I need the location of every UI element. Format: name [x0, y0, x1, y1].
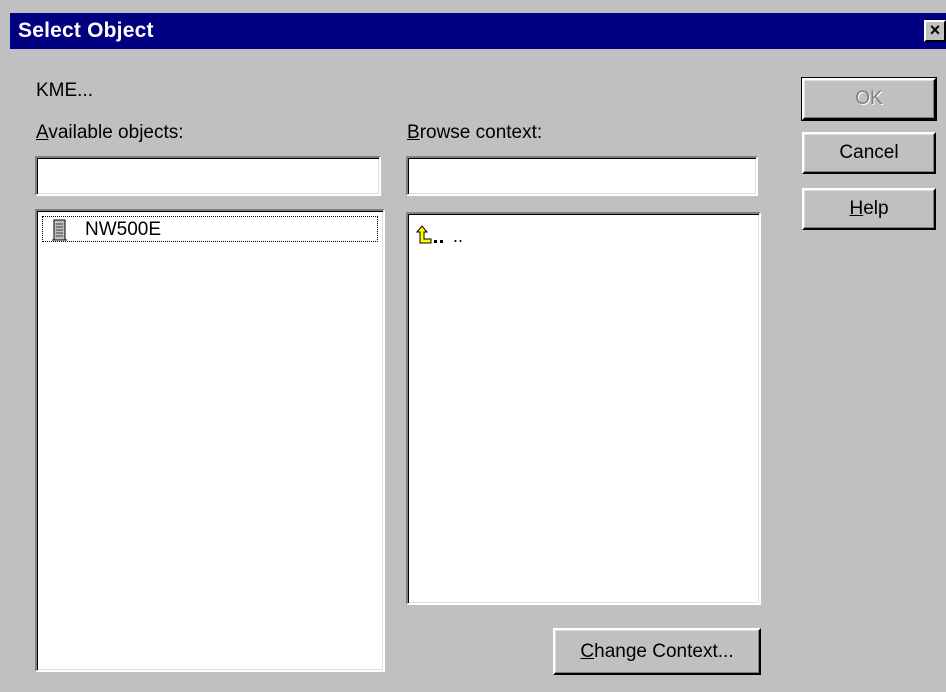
browse-context-list[interactable]: .. — [406, 212, 761, 605]
available-objects-label: Available objects: — [36, 122, 184, 144]
available-objects-mnemonic: A — [36, 122, 49, 143]
ok-button-label: OK — [855, 88, 883, 109]
close-icon: × — [929, 20, 941, 40]
change-context-mnemonic: C — [580, 641, 595, 662]
cancel-button[interactable]: Cancel — [802, 132, 936, 174]
select-object-dialog: Select Object × KME... Available objects… — [0, 0, 946, 692]
available-objects-list[interactable]: NW500E — [35, 209, 385, 672]
help-button[interactable]: Help — [802, 188, 936, 230]
list-item[interactable]: NW500E — [42, 216, 378, 242]
current-context-label: KME... — [36, 80, 94, 101]
browse-context-label: Browse context: — [407, 122, 542, 144]
help-label-text: elp — [863, 198, 889, 219]
browse-context-label-text: rowse context: — [419, 122, 543, 143]
help-button-label: Help — [849, 190, 888, 228]
change-context-button-label: Change Context... — [580, 630, 733, 673]
available-objects-filter-field[interactable] — [35, 156, 381, 196]
change-context-label-text: hange Context... — [594, 641, 734, 662]
change-context-button[interactable]: Change Context... — [553, 628, 761, 675]
available-objects-filter-input[interactable] — [37, 158, 379, 194]
browse-context-mnemonic: B — [407, 122, 420, 143]
close-button[interactable]: × — [924, 20, 946, 42]
dialog-title: Select Object — [18, 19, 154, 42]
browse-context-filter-field[interactable] — [406, 156, 758, 196]
ok-button[interactable]: OK — [801, 77, 937, 121]
parent-folder-icon — [415, 225, 443, 244]
available-objects-label-text: vailable objects: — [48, 122, 184, 143]
list-item-label: .. — [453, 226, 464, 246]
browse-context-filter-input[interactable] — [408, 158, 756, 194]
list-item-label: NW500E — [85, 219, 162, 240]
cancel-button-label: Cancel — [839, 142, 899, 163]
list-item[interactable]: .. — [408, 214, 608, 250]
help-mnemonic: H — [849, 198, 864, 219]
server-icon — [52, 219, 67, 241]
title-bar[interactable]: Select Object × — [10, 13, 946, 49]
